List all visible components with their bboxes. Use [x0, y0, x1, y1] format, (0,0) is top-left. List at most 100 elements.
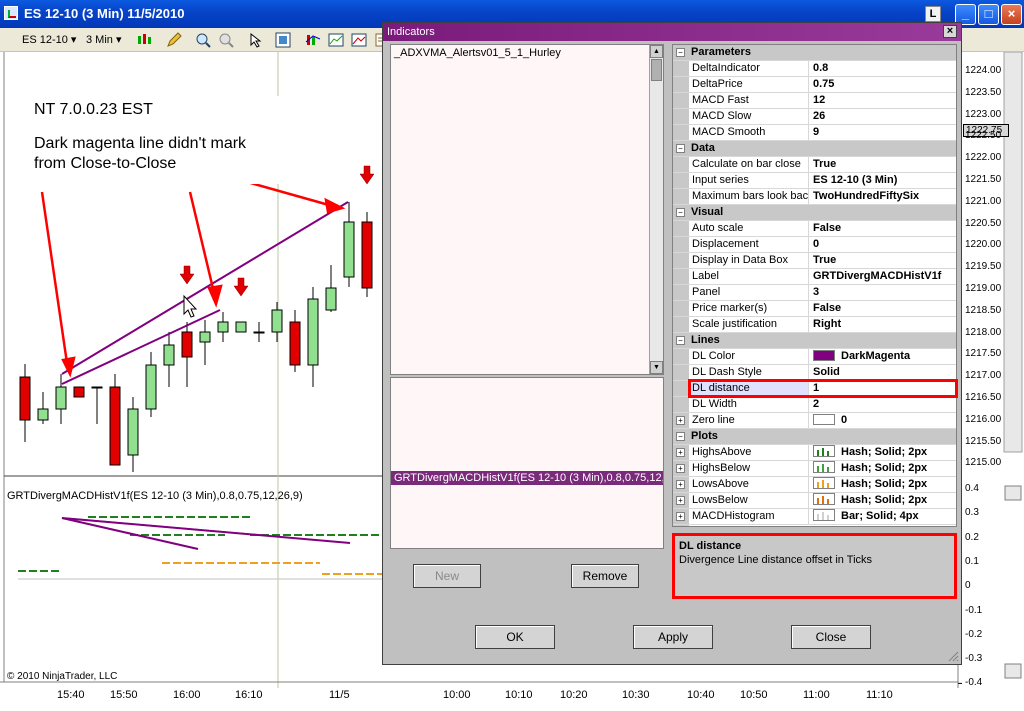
chart-app-icon: [4, 6, 18, 20]
price-axis-label: 1218.00: [965, 326, 1002, 338]
ok-button[interactable]: OK: [475, 625, 555, 649]
dialog-close-icon[interactable]: ×: [943, 25, 957, 38]
time-axis-label: 11:00: [803, 689, 830, 701]
data-box-icon[interactable]: [275, 32, 291, 48]
expand-icon[interactable]: +: [676, 416, 685, 425]
indicators-icon[interactable]: [305, 32, 321, 48]
new-button[interactable]: New: [413, 564, 481, 588]
bar-type-icon[interactable]: [136, 32, 152, 48]
prop-row[interactable]: + HighsBelow Hash; Solid; 2px: [673, 461, 956, 477]
time-axis-label: 10:20: [560, 689, 588, 701]
category-plots[interactable]: − Plots: [673, 429, 956, 445]
expand-icon[interactable]: +: [676, 480, 685, 489]
instrument-selector[interactable]: ES 12-10 ▾: [22, 32, 76, 48]
prop-row[interactable]: + LowsAbove Hash; Solid; 2px: [673, 477, 956, 493]
candle-down: [91, 386, 103, 389]
expand-icon[interactable]: +: [676, 496, 685, 505]
list-scrollbar[interactable]: ▲ ▼: [649, 45, 663, 374]
interval-selector[interactable]: 3 Min ▾: [86, 32, 121, 48]
prop-row[interactable]: DeltaPrice 0.75: [673, 77, 956, 93]
prop-row[interactable]: MACD Slow 26: [673, 109, 956, 125]
zoom-in-icon[interactable]: [195, 32, 211, 48]
time-axis-label: 16:10: [235, 689, 263, 701]
prop-row[interactable]: Displacement 0: [673, 237, 956, 253]
expand-icon[interactable]: +: [676, 464, 685, 473]
prop-row[interactable]: + MACDHistogram Bar; Solid; 4px: [673, 509, 956, 525]
strategies-icon[interactable]: [328, 32, 344, 48]
prop-row[interactable]: DL Width 2: [673, 397, 956, 413]
orange-bars-icon: [813, 493, 835, 506]
prop-row[interactable]: Panel 3: [673, 285, 956, 301]
remove-button[interactable]: Remove: [571, 564, 639, 588]
close-button[interactable]: Close: [791, 625, 871, 649]
time-axis-label: 10:50: [740, 689, 768, 701]
prop-row[interactable]: Label GRTDivergMACDHistV1f: [673, 269, 956, 285]
prop-row[interactable]: DL Color DarkMagenta: [673, 349, 956, 365]
prop-row[interactable]: Scale justification Right: [673, 317, 956, 333]
candle-up: [271, 309, 283, 333]
prop-row[interactable]: Calculate on bar close True: [673, 157, 956, 173]
prop-row[interactable]: + HighsAbove Hash; Solid; 2px: [673, 445, 956, 461]
window-title: ES 12-10 (3 Min) 11/5/2010: [24, 6, 185, 21]
candle-down: [19, 376, 31, 421]
prop-row[interactable]: MACD Fast 12: [673, 93, 956, 109]
property-grid[interactable]: − Parameters DeltaIndicator 0.8 DeltaPrice…: [672, 44, 957, 527]
collapse-icon[interactable]: −: [676, 432, 685, 441]
scroll-down-icon[interactable]: ▼: [650, 361, 663, 374]
resize-grip-icon[interactable]: [947, 650, 959, 662]
expand-icon[interactable]: +: [676, 448, 685, 457]
prop-row[interactable]: Maximum bars look back TwoHundredFiftySix: [673, 189, 956, 205]
category-parameters[interactable]: − Parameters: [673, 45, 956, 61]
time-axis-label: 11:10: [866, 689, 893, 701]
category-lines[interactable]: − Lines: [673, 333, 956, 349]
collapse-icon[interactable]: −: [676, 48, 685, 57]
zoom-out-icon[interactable]: [218, 32, 234, 48]
prop-row[interactable]: Input series ES 12-10 (3 Min): [673, 173, 956, 189]
indicator-axis-label: 0.4: [965, 483, 979, 494]
candle-down: [253, 331, 265, 334]
apply-button[interactable]: Apply: [633, 625, 713, 649]
price-axis-label: 1221.50: [965, 174, 1002, 185]
prop-row[interactable]: Price marker(s) False: [673, 301, 956, 317]
time-axis-label: 10:10: [505, 689, 533, 701]
list-item[interactable]: _ADXVMA_Alertsv01_5_1_Hurley: [394, 47, 561, 59]
close-window-button[interactable]: ×: [1001, 4, 1022, 25]
indicator-axis-label: 0: [965, 580, 971, 592]
time-axis-label: 10:40: [687, 689, 715, 701]
indicator-axis-label: -0.1: [965, 604, 983, 616]
selected-indicator-item[interactable]: GRTDivergMACDHistV1f(ES 12-10 (3 Min),0.…: [391, 471, 663, 485]
chart-image-icon[interactable]: [351, 32, 367, 48]
prop-row[interactable]: Auto scale False: [673, 221, 956, 237]
available-indicators-list[interactable]: _ADXVMA_Alertsv01_5_1_Hurley ▲ ▼: [390, 44, 664, 375]
candle-up: [199, 331, 211, 343]
pencil-draw-icon[interactable]: [166, 32, 182, 48]
category-visual[interactable]: − Visual: [673, 205, 956, 221]
candle-up: [217, 321, 229, 333]
price-axis-label: 1220.50: [965, 217, 1002, 229]
scroll-thumb[interactable]: [651, 59, 662, 81]
copyright-text: © 2010 NinjaTrader, LLC: [7, 671, 118, 682]
collapse-icon[interactable]: −: [676, 336, 685, 345]
pointer-tool-icon[interactable]: [248, 32, 264, 48]
note-version: NT 7.0.0.23 EST: [34, 101, 153, 118]
indicators-dialog[interactable]: Indicators × _ADXVMA_Alertsv01_5_1_Hurle…: [382, 22, 962, 665]
candle-up: [235, 321, 247, 333]
help-title: DL distance: [679, 540, 742, 552]
prop-row[interactable]: Display in Data Box True: [673, 253, 956, 269]
collapse-icon[interactable]: −: [676, 144, 685, 153]
time-axis-label: 11/5: [329, 689, 350, 701]
scroll-up-icon[interactable]: ▲: [650, 45, 663, 58]
prop-row[interactable]: + LowsBelow Hash; Solid; 2px: [673, 493, 956, 509]
candle-up: [343, 221, 355, 278]
expand-icon[interactable]: +: [676, 512, 685, 521]
prop-row[interactable]: + Zero line 0: [673, 413, 956, 429]
indicator-panel-label: GRTDivergMACDHistV1f(ES 12-10 (3 Min),0.…: [7, 490, 303, 502]
maximize-button[interactable]: □: [978, 4, 999, 25]
dialog-title-bar[interactable]: Indicators ×: [383, 23, 961, 41]
collapse-icon[interactable]: −: [676, 208, 685, 217]
applied-indicators-list[interactable]: GRTDivergMACDHistV1f(ES 12-10 (3 Min),0.…: [390, 377, 664, 549]
prop-row[interactable]: MACD Smooth 9: [673, 125, 956, 141]
category-data[interactable]: − Data: [673, 141, 956, 157]
link-button[interactable]: L: [925, 6, 941, 22]
prop-row[interactable]: DeltaIndicator 0.8: [673, 61, 956, 77]
